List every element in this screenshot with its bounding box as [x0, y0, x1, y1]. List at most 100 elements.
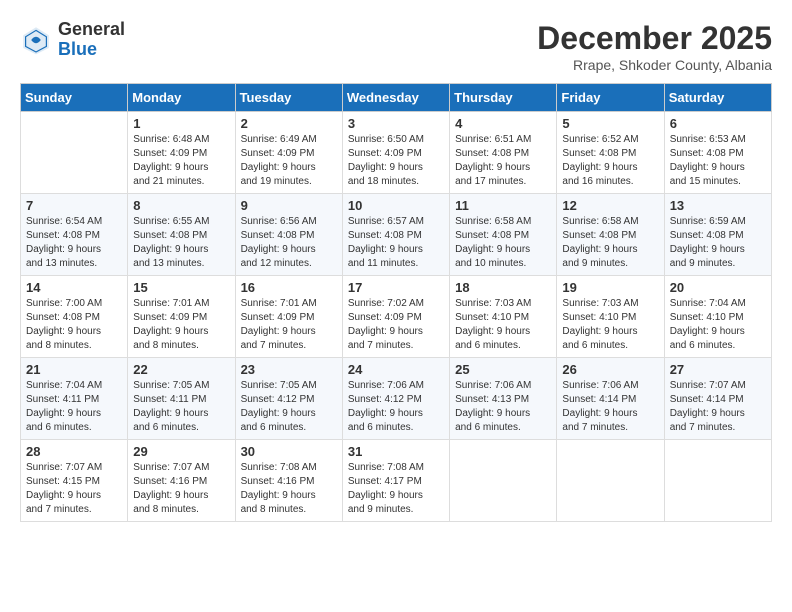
calendar-week-row: 1 Sunrise: 6:48 AM Sunset: 4:09 PM Daylig… — [21, 112, 772, 194]
day-number: 7 — [26, 198, 122, 213]
day-info: Sunrise: 7:08 AM Sunset: 4:16 PM Dayligh… — [241, 461, 337, 517]
calendar-day-cell: 24 Sunrise: 7:06 AM Sunset: 4:12 PM Dayli… — [342, 358, 449, 440]
day-info: Sunrise: 6:55 AM Sunset: 4:08 PM Dayligh… — [133, 215, 229, 271]
day-number: 9 — [241, 198, 337, 213]
day-info: Sunrise: 7:02 AM Sunset: 4:09 PM Dayligh… — [348, 297, 444, 353]
calendar-week-row: 28Sunrise: 7:07 AM Sunset: 4:15 PM Dayli… — [21, 440, 772, 522]
calendar-day-cell: 4 Sunrise: 6:51 AM Sunset: 4:08 PM Daylig… — [450, 112, 557, 194]
weekday-header-thursday: Thursday — [450, 84, 557, 112]
calendar-day-cell: 22 Sunrise: 7:05 AM Sunset: 4:11 PM Dayli… — [128, 358, 235, 440]
day-number: 27 — [670, 362, 766, 377]
weekday-header-wednesday: Wednesday — [342, 84, 449, 112]
calendar-day-cell: 20Sunrise: 7:04 AM Sunset: 4:10 PM Dayli… — [664, 276, 771, 358]
day-number: 5 — [562, 116, 658, 131]
day-info: Sunrise: 6:49 AM Sunset: 4:09 PM Dayligh… — [241, 133, 337, 189]
day-number: 26 — [562, 362, 658, 377]
day-number: 15 — [133, 280, 229, 295]
day-number: 14 — [26, 280, 122, 295]
weekday-header-saturday: Saturday — [664, 84, 771, 112]
day-number: 6 — [670, 116, 766, 131]
logo-icon — [20, 24, 52, 56]
calendar-day-cell: 15 Sunrise: 7:01 AM Sunset: 4:09 PM Dayli… — [128, 276, 235, 358]
calendar-day-cell: 14 Sunrise: 7:00 AM Sunset: 4:08 PM Dayli… — [21, 276, 128, 358]
day-number: 19 — [562, 280, 658, 295]
day-info: Sunrise: 7:06 AM Sunset: 4:14 PM Dayligh… — [562, 379, 658, 435]
day-number: 18 — [455, 280, 551, 295]
day-number: 23 — [241, 362, 337, 377]
calendar-week-row: 14 Sunrise: 7:00 AM Sunset: 4:08 PM Dayli… — [21, 276, 772, 358]
logo-general: General — [58, 20, 125, 40]
day-info: Sunrise: 6:50 AM Sunset: 4:09 PM Dayligh… — [348, 133, 444, 189]
calendar-day-cell: 12Sunrise: 6:58 AM Sunset: 4:08 PM Dayli… — [557, 194, 664, 276]
calendar-day-cell: 18 Sunrise: 7:03 AM Sunset: 4:10 PM Dayli… — [450, 276, 557, 358]
day-info: Sunrise: 6:54 AM Sunset: 4:08 PM Dayligh… — [26, 215, 122, 271]
day-info: Sunrise: 7:08 AM Sunset: 4:17 PM Dayligh… — [348, 461, 444, 517]
calendar-week-row: 21 Sunrise: 7:04 AM Sunset: 4:11 PM Dayli… — [21, 358, 772, 440]
day-info: Sunrise: 7:05 AM Sunset: 4:11 PM Dayligh… — [133, 379, 229, 435]
day-number: 1 — [133, 116, 229, 131]
day-number: 20 — [670, 280, 766, 295]
empty-day-cell — [557, 440, 664, 522]
day-info: Sunrise: 7:03 AM Sunset: 4:10 PM Dayligh… — [455, 297, 551, 353]
day-info: Sunrise: 6:59 AM Sunset: 4:08 PM Dayligh… — [670, 215, 766, 271]
day-number: 22 — [133, 362, 229, 377]
calendar-day-cell: 1 Sunrise: 6:48 AM Sunset: 4:09 PM Daylig… — [128, 112, 235, 194]
calendar-day-cell: 30Sunrise: 7:08 AM Sunset: 4:16 PM Dayli… — [235, 440, 342, 522]
day-info: Sunrise: 7:00 AM Sunset: 4:08 PM Dayligh… — [26, 297, 122, 353]
calendar-day-cell: 27 Sunrise: 7:07 AM Sunset: 4:14 PM Dayli… — [664, 358, 771, 440]
day-number: 8 — [133, 198, 229, 213]
weekday-header-friday: Friday — [557, 84, 664, 112]
day-number: 29 — [133, 444, 229, 459]
calendar-day-cell: 16 Sunrise: 7:01 AM Sunset: 4:09 PM Dayli… — [235, 276, 342, 358]
calendar-day-cell: 8 Sunrise: 6:55 AM Sunset: 4:08 PM Daylig… — [128, 194, 235, 276]
calendar-day-cell: 3Sunrise: 6:50 AM Sunset: 4:09 PM Daylig… — [342, 112, 449, 194]
calendar-day-cell: 31 Sunrise: 7:08 AM Sunset: 4:17 PM Dayli… — [342, 440, 449, 522]
day-info: Sunrise: 6:52 AM Sunset: 4:08 PM Dayligh… — [562, 133, 658, 189]
day-number: 16 — [241, 280, 337, 295]
day-number: 25 — [455, 362, 551, 377]
empty-day-cell — [21, 112, 128, 194]
day-number: 4 — [455, 116, 551, 131]
calendar-day-cell: 21 Sunrise: 7:04 AM Sunset: 4:11 PM Dayli… — [21, 358, 128, 440]
day-info: Sunrise: 7:01 AM Sunset: 4:09 PM Dayligh… — [241, 297, 337, 353]
day-number: 21 — [26, 362, 122, 377]
day-number: 31 — [348, 444, 444, 459]
calendar-day-cell: 5 Sunrise: 6:52 AM Sunset: 4:08 PM Daylig… — [557, 112, 664, 194]
day-info: Sunrise: 7:06 AM Sunset: 4:12 PM Dayligh… — [348, 379, 444, 435]
calendar-day-cell: 17Sunrise: 7:02 AM Sunset: 4:09 PM Dayli… — [342, 276, 449, 358]
day-info: Sunrise: 7:03 AM Sunset: 4:10 PM Dayligh… — [562, 297, 658, 353]
day-info: Sunrise: 6:48 AM Sunset: 4:09 PM Dayligh… — [133, 133, 229, 189]
day-info: Sunrise: 7:06 AM Sunset: 4:13 PM Dayligh… — [455, 379, 551, 435]
calendar-day-cell: 25 Sunrise: 7:06 AM Sunset: 4:13 PM Dayli… — [450, 358, 557, 440]
title-section: December 2025 Rrape, Shkoder County, Alb… — [537, 20, 772, 73]
weekday-header-tuesday: Tuesday — [235, 84, 342, 112]
location-subtitle: Rrape, Shkoder County, Albania — [537, 57, 772, 73]
day-number: 11 — [455, 198, 551, 213]
day-info: Sunrise: 7:07 AM Sunset: 4:14 PM Dayligh… — [670, 379, 766, 435]
day-info: Sunrise: 7:01 AM Sunset: 4:09 PM Dayligh… — [133, 297, 229, 353]
day-number: 13 — [670, 198, 766, 213]
calendar-table: SundayMondayTuesdayWednesdayThursdayFrid… — [20, 83, 772, 522]
day-info: Sunrise: 6:56 AM Sunset: 4:08 PM Dayligh… — [241, 215, 337, 271]
calendar-day-cell: 9 Sunrise: 6:56 AM Sunset: 4:08 PM Daylig… — [235, 194, 342, 276]
calendar-day-cell: 7 Sunrise: 6:54 AM Sunset: 4:08 PM Daylig… — [21, 194, 128, 276]
day-info: Sunrise: 6:51 AM Sunset: 4:08 PM Dayligh… — [455, 133, 551, 189]
logo-blue: Blue — [58, 40, 125, 60]
logo: General Blue — [20, 20, 125, 60]
calendar-day-cell: 29Sunrise: 7:07 AM Sunset: 4:16 PM Dayli… — [128, 440, 235, 522]
day-info: Sunrise: 6:58 AM Sunset: 4:08 PM Dayligh… — [455, 215, 551, 271]
calendar-day-cell: 19 Sunrise: 7:03 AM Sunset: 4:10 PM Dayli… — [557, 276, 664, 358]
day-info: Sunrise: 7:04 AM Sunset: 4:11 PM Dayligh… — [26, 379, 122, 435]
weekday-header-row: SundayMondayTuesdayWednesdayThursdayFrid… — [21, 84, 772, 112]
day-number: 12 — [562, 198, 658, 213]
calendar-day-cell: 2Sunrise: 6:49 AM Sunset: 4:09 PM Daylig… — [235, 112, 342, 194]
calendar-week-row: 7 Sunrise: 6:54 AM Sunset: 4:08 PM Daylig… — [21, 194, 772, 276]
logo-text: General Blue — [58, 20, 125, 60]
calendar-day-cell: 13 Sunrise: 6:59 AM Sunset: 4:08 PM Dayli… — [664, 194, 771, 276]
month-title: December 2025 — [537, 20, 772, 57]
day-info: Sunrise: 7:07 AM Sunset: 4:15 PM Dayligh… — [26, 461, 122, 517]
day-number: 24 — [348, 362, 444, 377]
day-number: 10 — [348, 198, 444, 213]
calendar-day-cell: 28Sunrise: 7:07 AM Sunset: 4:15 PM Dayli… — [21, 440, 128, 522]
day-info: Sunrise: 6:57 AM Sunset: 4:08 PM Dayligh… — [348, 215, 444, 271]
